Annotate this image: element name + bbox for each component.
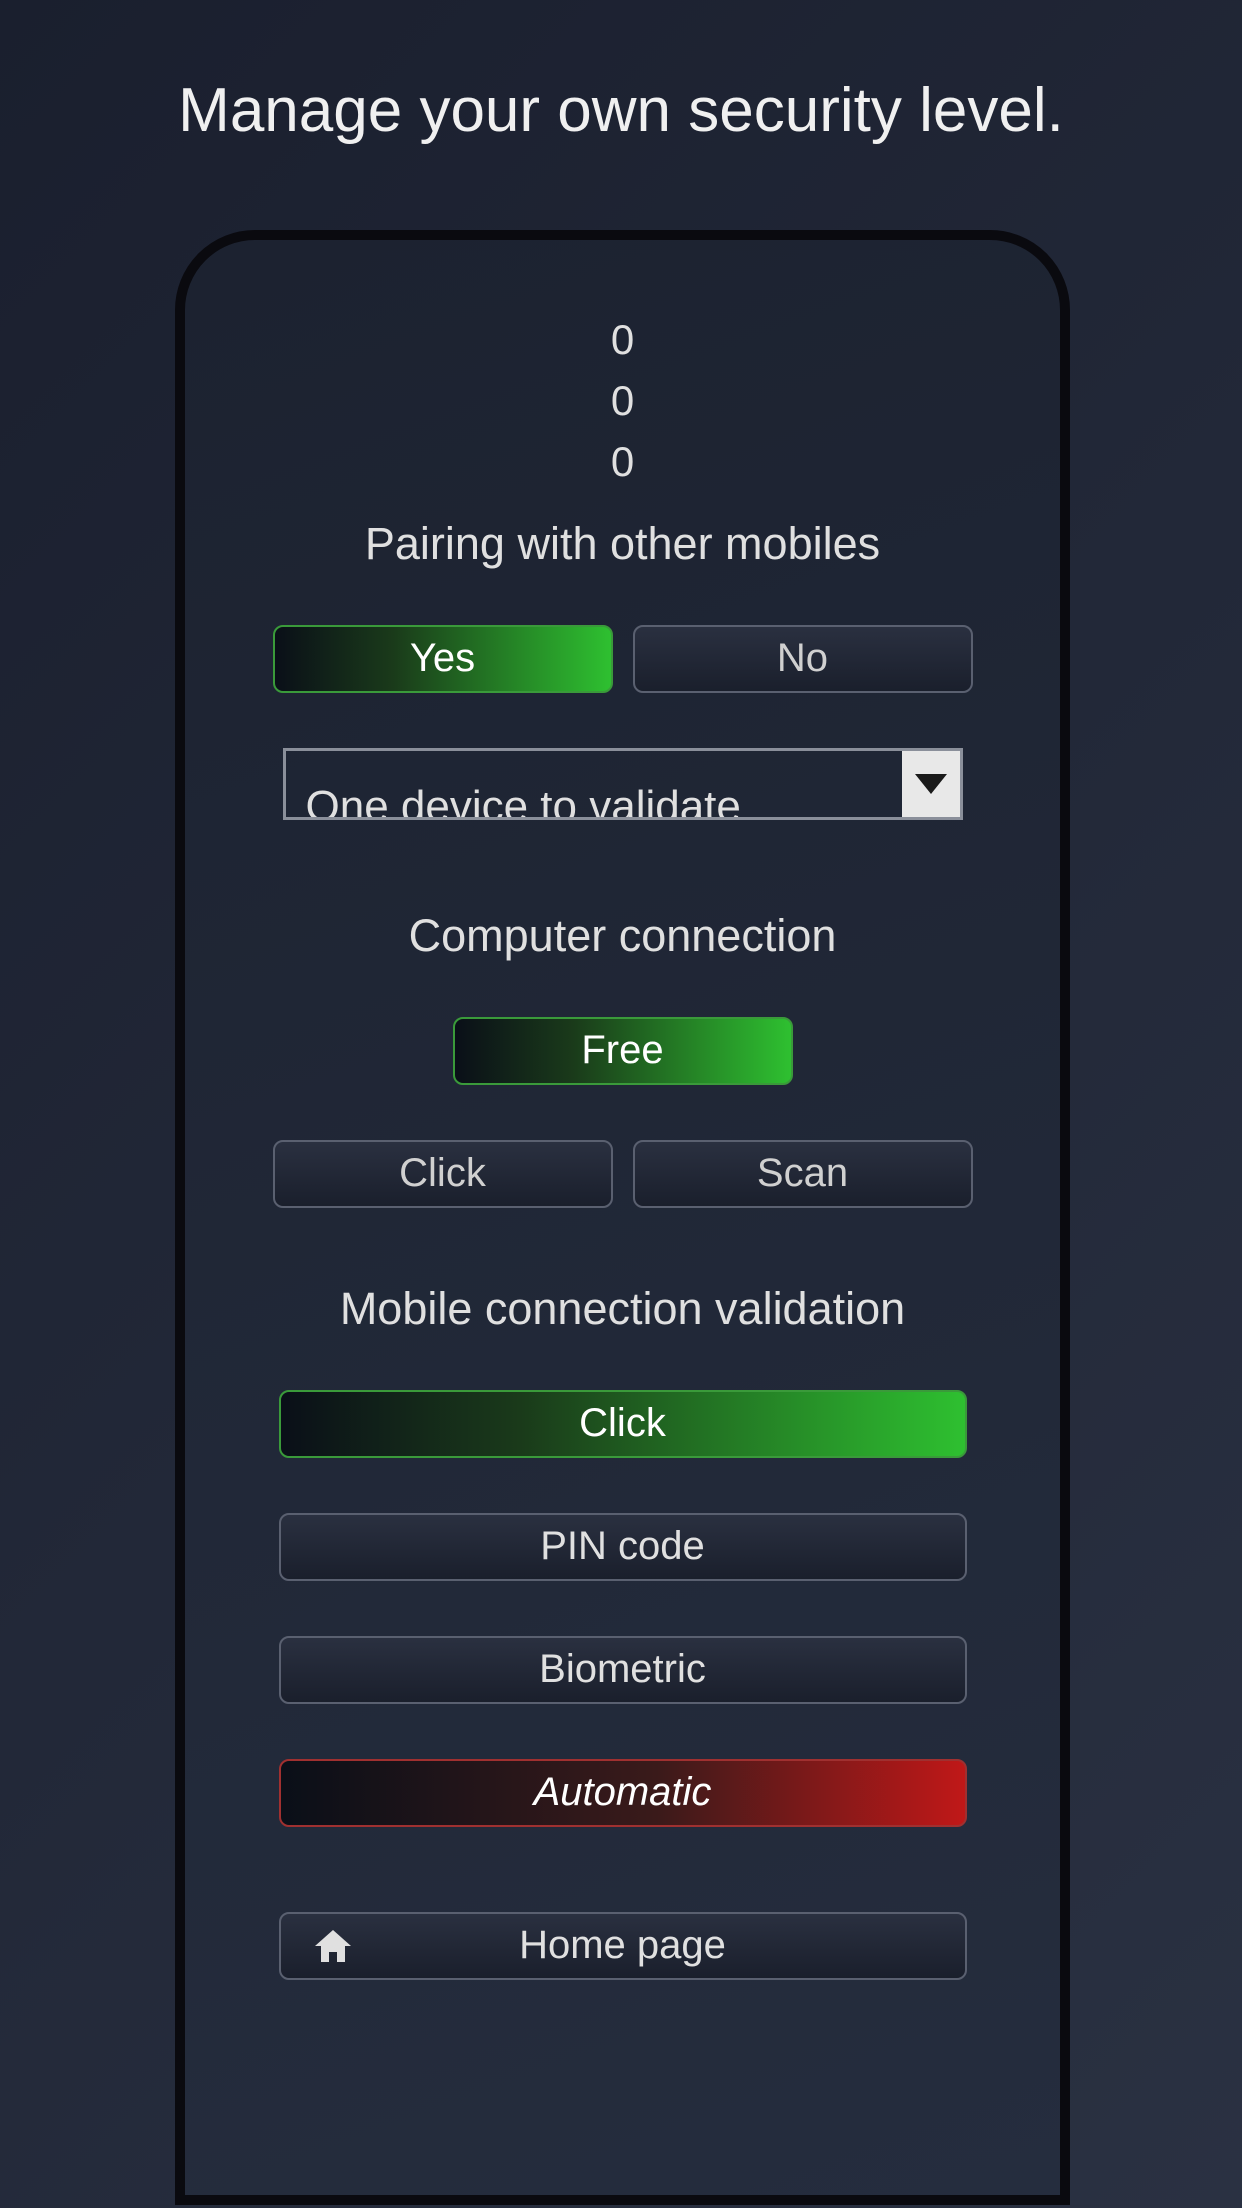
counter-1: 0 (235, 310, 1010, 371)
computer-scan-button[interactable]: Scan (633, 1140, 973, 1208)
chevron-down-icon (902, 751, 960, 817)
mobile-biometric-button[interactable]: Biometric (279, 1636, 967, 1704)
dropdown-selected-text: One device to validate (306, 785, 741, 820)
phone-screen: 0 0 0 Pairing with other mobiles Yes No … (185, 240, 1060, 1980)
counter-3: 0 (235, 432, 1010, 493)
mobile-pin-button[interactable]: PIN code (279, 1513, 967, 1581)
pairing-yes-button[interactable]: Yes (273, 625, 613, 693)
computer-free-button[interactable]: Free (453, 1017, 793, 1085)
pairing-buttons: Yes No (235, 625, 1010, 693)
mobile-click-button[interactable]: Click (279, 1390, 967, 1458)
home-icon (311, 1924, 355, 1968)
mobile-label: Mobile connection validation (235, 1283, 1010, 1335)
computer-label: Computer connection (235, 910, 1010, 962)
home-page-label: Home page (519, 1923, 726, 1968)
computer-click-button[interactable]: Click (273, 1140, 613, 1208)
page-title: Manage your own security level. (0, 0, 1242, 186)
computer-buttons: Click Scan (235, 1140, 1010, 1208)
home-page-button[interactable]: Home page (279, 1912, 967, 1980)
mobile-automatic-button[interactable]: Automatic (279, 1759, 967, 1827)
phone-frame: 0 0 0 Pairing with other mobiles Yes No … (175, 230, 1070, 2205)
counter-stack: 0 0 0 (235, 310, 1010, 493)
pairing-label: Pairing with other mobiles (235, 518, 1010, 570)
device-dropdown[interactable]: One device to validate (283, 748, 963, 820)
counter-2: 0 (235, 371, 1010, 432)
pairing-no-button[interactable]: No (633, 625, 973, 693)
